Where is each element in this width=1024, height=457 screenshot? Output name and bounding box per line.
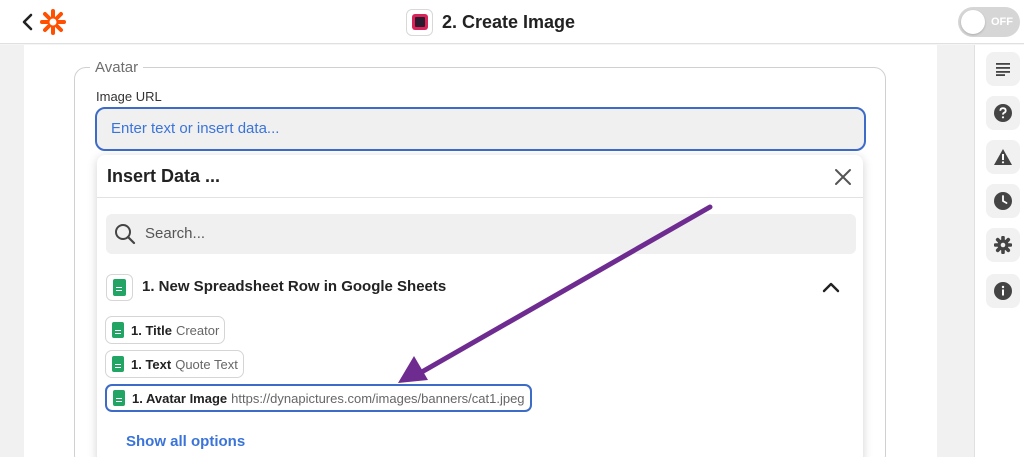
option-key: 1. Avatar Image	[132, 390, 228, 406]
fieldset-legend: Avatar	[90, 59, 144, 76]
warning-button[interactable]	[986, 140, 1020, 174]
left-gutter	[0, 45, 24, 457]
option-value: Creator	[175, 322, 220, 338]
toggle-label: OFF	[991, 16, 1013, 28]
right-sidebar	[975, 45, 1024, 457]
dropdown-title: Insert Data ...	[107, 166, 221, 186]
image-url-label: Image URL	[96, 89, 162, 104]
info-icon	[994, 282, 1012, 300]
search-icon	[115, 224, 136, 245]
divider	[97, 197, 863, 198]
option-value: https://dynapictures.com/images/banners/…	[231, 390, 525, 406]
data-option-title[interactable]: 1. Title Creator	[105, 316, 226, 344]
option-value: Quote Text	[175, 356, 238, 372]
clock-icon	[994, 192, 1012, 210]
step-title: 2. Create Image	[442, 11, 576, 32]
history-button[interactable]	[986, 184, 1020, 218]
google-sheets-icon	[113, 390, 125, 406]
back-chevron-icon[interactable]	[20, 11, 36, 33]
on-off-toggle[interactable]: OFF	[958, 7, 1020, 37]
right-gutter	[937, 45, 975, 457]
option-key: 1. Title	[131, 322, 172, 338]
settings-button[interactable]	[986, 228, 1020, 262]
show-all-options-link[interactable]: Show all options	[126, 433, 245, 450]
group-title[interactable]: 1. New Spreadsheet Row in Google Sheets	[142, 278, 446, 295]
help-button[interactable]	[986, 96, 1020, 130]
data-option-text[interactable]: 1. Text Quote Text	[105, 350, 244, 378]
option-key: 1. Text	[131, 356, 172, 372]
search-input[interactable]: Search...	[106, 214, 856, 254]
google-sheets-icon	[106, 274, 133, 301]
warning-icon	[994, 149, 1012, 165]
toggle-knob	[961, 10, 985, 34]
data-option-avatar-image[interactable]: 1. Avatar Image https://dynapictures.com…	[105, 384, 532, 412]
search-placeholder: Search...	[145, 225, 206, 242]
info-button[interactable]	[986, 274, 1020, 308]
google-sheets-icon	[112, 356, 124, 372]
insert-data-dropdown: Insert Data ... Search... 1. New Spreads…	[97, 155, 863, 457]
step-heading: 2. Create Image	[406, 8, 575, 36]
help-icon	[994, 104, 1012, 122]
google-sheets-icon	[112, 322, 124, 338]
zapier-logo-icon[interactable]	[40, 9, 66, 35]
close-icon[interactable]	[833, 167, 853, 187]
notes-icon	[996, 63, 1010, 76]
image-url-input[interactable]: Enter text or insert data...	[95, 107, 866, 151]
chevron-up-icon[interactable]	[821, 279, 841, 295]
gear-icon	[994, 236, 1012, 254]
notes-button[interactable]	[986, 52, 1020, 86]
app-image-icon	[406, 8, 433, 36]
top-bar: 2. Create Image OFF	[0, 0, 1024, 44]
